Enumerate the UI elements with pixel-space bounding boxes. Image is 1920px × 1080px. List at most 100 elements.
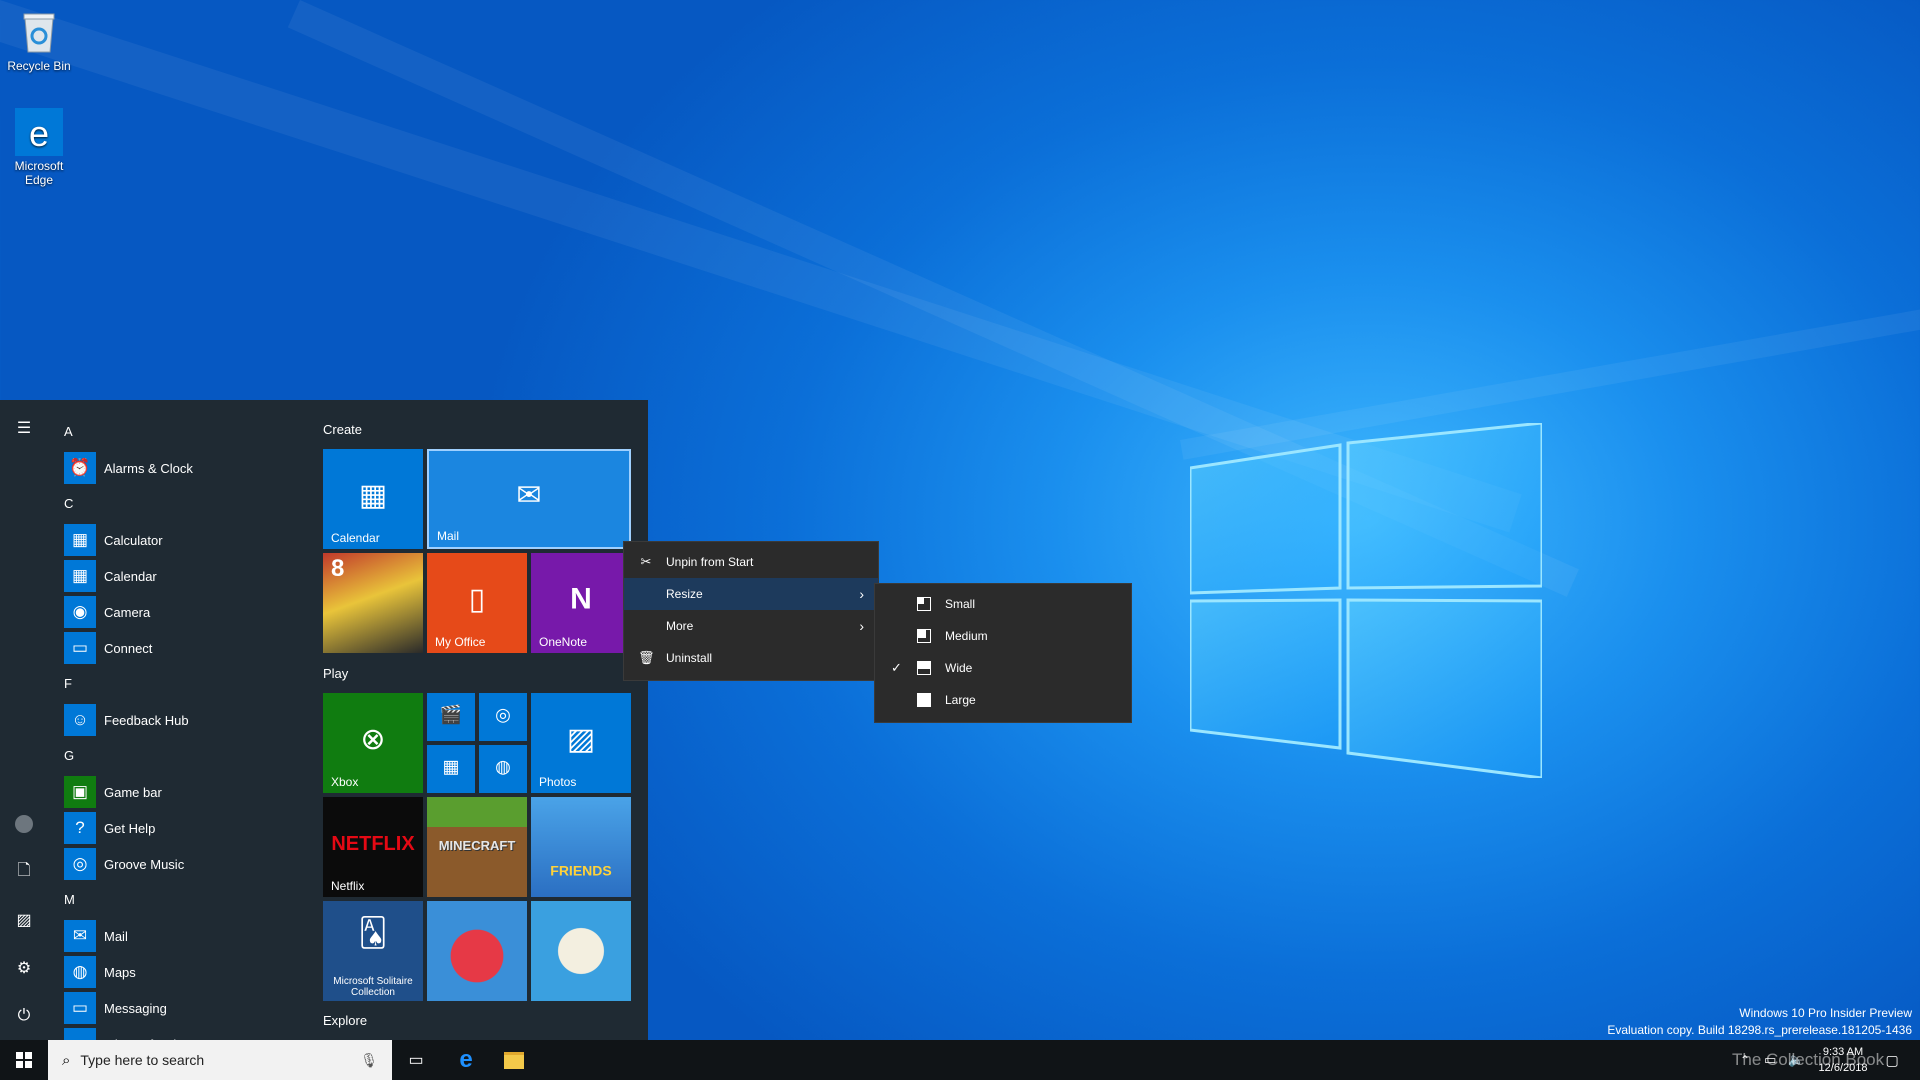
- tile-calculator[interactable]: ▦: [427, 745, 475, 793]
- app-list: A ⏰ Alarms & Clock C ▦ Calculator ▦ Calendar ◉ Ca…: [48, 414, 312, 1062]
- group-header-explore: Explore: [323, 1013, 368, 1028]
- app-list-item[interactable]: ◎ Groove Music: [48, 846, 312, 882]
- taskbar-file-explorer-button[interactable]: [490, 1040, 538, 1080]
- tile-groove[interactable]: ◎: [479, 693, 527, 741]
- app-list-letter-header[interactable]: M: [48, 882, 312, 918]
- desktop-icon-label: Microsoft Edge: [14, 159, 64, 187]
- app-list-item[interactable]: ✉ Mail: [48, 918, 312, 954]
- app-list-item[interactable]: ▭ Messaging: [48, 990, 312, 1026]
- tile-netflix[interactable]: NETFLIX Netflix: [323, 797, 423, 897]
- resize-option-small[interactable]: Small: [875, 588, 1131, 620]
- tile-farm-heroes[interactable]: [531, 901, 631, 1001]
- hamburger-icon[interactable]: ☰: [0, 404, 48, 452]
- asphalt-logo: 8: [331, 555, 345, 582]
- app-list-item[interactable]: ? Get Help: [48, 810, 312, 846]
- film-icon: 🎬: [439, 704, 463, 725]
- menu-item-resize[interactable]: Resize ›: [624, 578, 878, 610]
- tile-label: OneNote: [539, 635, 588, 649]
- user-icon[interactable]: [0, 800, 48, 848]
- desktop-icon-recycle-bin[interactable]: Recycle Bin: [0, 8, 78, 73]
- group-header-play: Play: [323, 666, 349, 681]
- tile-minecraft[interactable]: MINECRAFT: [427, 797, 527, 897]
- app-icon: ◍: [64, 956, 96, 988]
- tile-xbox[interactable]: ⊗ Xbox: [323, 693, 423, 793]
- tile-photos[interactable]: ▨ Photos: [531, 693, 631, 793]
- microphone-icon[interactable]: 🎙: [360, 1052, 378, 1069]
- tile-mail[interactable]: ✉ Mail: [427, 449, 631, 549]
- tile-label: My Office: [435, 635, 486, 649]
- resize-option-large[interactable]: Large: [875, 684, 1131, 716]
- task-view-button[interactable]: ▭: [392, 1040, 440, 1080]
- watermark-overlay: The Collection Book: [1732, 1050, 1885, 1069]
- menu-item-uninstall[interactable]: 🗑 Uninstall: [624, 642, 878, 674]
- tile-label: Xbox: [331, 775, 359, 789]
- watermark-line: Windows 10 Pro Insider Preview: [1739, 1006, 1912, 1020]
- app-list-item[interactable]: ◍ Maps: [48, 954, 312, 990]
- app-icon: ◉: [64, 596, 96, 628]
- start-rail: ☰ 🗋 ▨ ⚙ ⏻: [0, 400, 48, 1040]
- app-list-item-label: Game bar: [104, 784, 162, 800]
- documents-icon[interactable]: 🗋: [0, 848, 48, 896]
- notifications-icon[interactable]: ▢: [1885, 1052, 1898, 1069]
- unpin-icon: ✂: [640, 554, 652, 569]
- cards-icon: 🂡: [358, 917, 388, 949]
- app-list-letter-header[interactable]: A: [48, 414, 312, 450]
- power-icon[interactable]: ⏻: [0, 992, 48, 1040]
- menu-item-label: Medium: [945, 629, 988, 643]
- start-button[interactable]: [0, 1040, 48, 1080]
- app-icon: ☺: [64, 704, 96, 736]
- app-icon: ✉: [64, 920, 96, 952]
- app-list-item[interactable]: ⏰ Alarms & Clock: [48, 450, 312, 486]
- app-list-item[interactable]: ▭ Connect: [48, 630, 312, 666]
- folder-icon: [504, 1051, 524, 1069]
- pictures-icon[interactable]: ▨: [0, 896, 48, 944]
- tile-solitaire[interactable]: 🂡 Microsoft Solitaire Collection: [323, 901, 423, 1001]
- app-list-item[interactable]: ▦ Calculator: [48, 522, 312, 558]
- edge-icon: e: [459, 1046, 473, 1073]
- tile-candy-crush[interactable]: [427, 901, 527, 1001]
- tile-calendar[interactable]: ▦ Calendar: [323, 449, 423, 549]
- trash-icon: 🗑: [638, 650, 655, 665]
- app-list-letter-header[interactable]: C: [48, 486, 312, 522]
- app-list-item[interactable]: ◉ Camera: [48, 594, 312, 630]
- app-icon: ▦: [64, 524, 96, 556]
- app-icon: ▦: [64, 560, 96, 592]
- app-list-letter-header[interactable]: G: [48, 738, 312, 774]
- app-icon: ⏰: [64, 452, 96, 484]
- small-size-icon: [917, 597, 931, 611]
- netflix-logo: NETFLIX: [331, 833, 415, 856]
- tile-onenote[interactable]: N OneNote: [531, 553, 631, 653]
- tile-movies[interactable]: 🎬: [427, 693, 475, 741]
- app-list-item-label: Groove Music: [104, 856, 185, 872]
- taskbar: ⌕ Type here to search 🎙 ▭ e The Collecti…: [0, 1040, 1920, 1080]
- menu-item-more[interactable]: More ›: [624, 610, 878, 642]
- resize-option-medium[interactable]: Medium: [875, 620, 1131, 652]
- settings-icon[interactable]: ⚙: [0, 944, 48, 992]
- app-list-item-label: Calculator: [104, 532, 163, 548]
- app-list-item[interactable]: ▦ Calendar: [48, 558, 312, 594]
- taskbar-edge-button[interactable]: e: [442, 1040, 490, 1080]
- chevron-right-icon: ›: [859, 586, 864, 602]
- recycle-bin-icon: [15, 8, 63, 56]
- tile-label: Microsoft Solitaire Collection: [333, 976, 413, 998]
- menu-item-unpin[interactable]: ✂ Unpin from Start: [624, 546, 878, 578]
- tile-label: Netflix: [331, 879, 365, 893]
- search-box[interactable]: ⌕ Type here to search 🎙: [48, 1040, 392, 1080]
- resize-option-wide[interactable]: ✓ Wide: [875, 652, 1131, 684]
- app-list-item-label: Get Help: [104, 820, 156, 836]
- tile-candy-crush-friends[interactable]: FRIENDS: [531, 797, 631, 897]
- tile-my-office[interactable]: ▯ My Office: [427, 553, 527, 653]
- tile-asphalt[interactable]: 8: [323, 553, 423, 653]
- svg-text:e: e: [29, 113, 49, 154]
- large-size-icon: [917, 693, 931, 707]
- group-header-create: Create: [323, 422, 363, 437]
- calendar-icon: ▦: [358, 479, 388, 512]
- tile-maps[interactable]: ◍: [479, 745, 527, 793]
- app-list-letter-header[interactable]: F: [48, 666, 312, 702]
- app-list-item[interactable]: ▣ Game bar: [48, 774, 312, 810]
- desktop-icon-microsoft-edge[interactable]: e Microsoft Edge: [0, 108, 78, 187]
- app-icon: ▭: [64, 632, 96, 664]
- wallpaper-windows-logo: [1190, 423, 1542, 778]
- chevron-right-icon: ›: [859, 618, 864, 634]
- app-list-item[interactable]: ☺ Feedback Hub: [48, 702, 312, 738]
